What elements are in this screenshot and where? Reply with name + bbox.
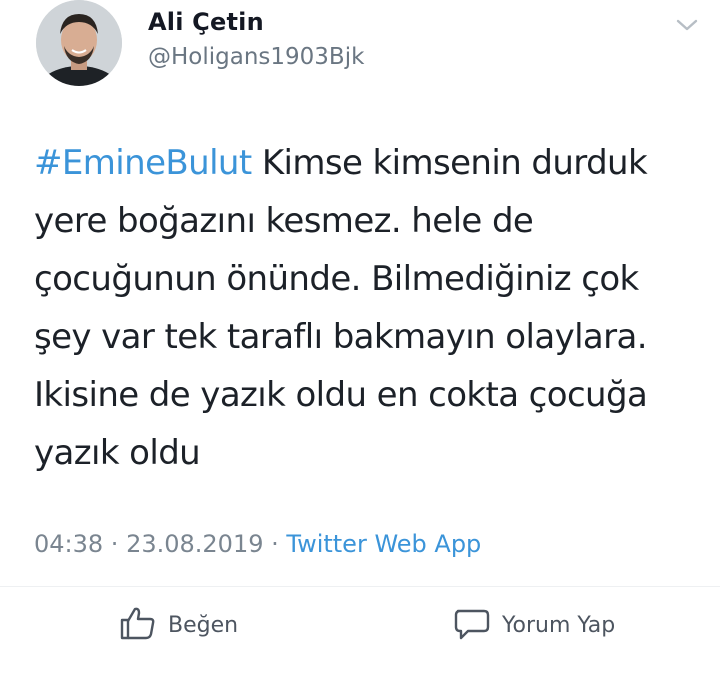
chevron-down-icon[interactable] [674,14,700,36]
tweet-text: #EmineBulut Kimse kimsenin durduk yere b… [34,134,694,482]
username[interactable]: @Holigans1903Bjk [148,44,364,70]
hashtag-link[interactable]: #EmineBulut [34,143,252,183]
tweet-date: 23.08.2019 [126,530,264,558]
meta-separator: · [103,530,127,558]
meta-separator: · [263,530,287,558]
tweet-source-link[interactable]: Twitter Web App [286,530,481,558]
tweet-card: Ali Çetin @Holigans1903Bjk #EmineBulut K… [0,0,720,674]
avatar[interactable] [36,0,122,86]
like-button[interactable]: Beğen [118,605,238,645]
display-name[interactable]: Ali Çetin [148,8,264,36]
tweet-body: Kimse kimsenin durduk yere boğazını kesm… [34,143,648,473]
divider [0,586,720,587]
tweet-time: 04:38 [34,530,104,558]
reply-button[interactable]: Yorum Yap [452,605,615,645]
avatar-image [36,0,122,86]
tweet-meta: 04:38 · 23.08.2019 · Twitter Web App [34,530,481,558]
speech-bubble-icon [452,603,492,647]
thumbs-up-icon [118,603,158,647]
like-label: Beğen [168,612,239,638]
reply-label: Yorum Yap [502,612,616,638]
